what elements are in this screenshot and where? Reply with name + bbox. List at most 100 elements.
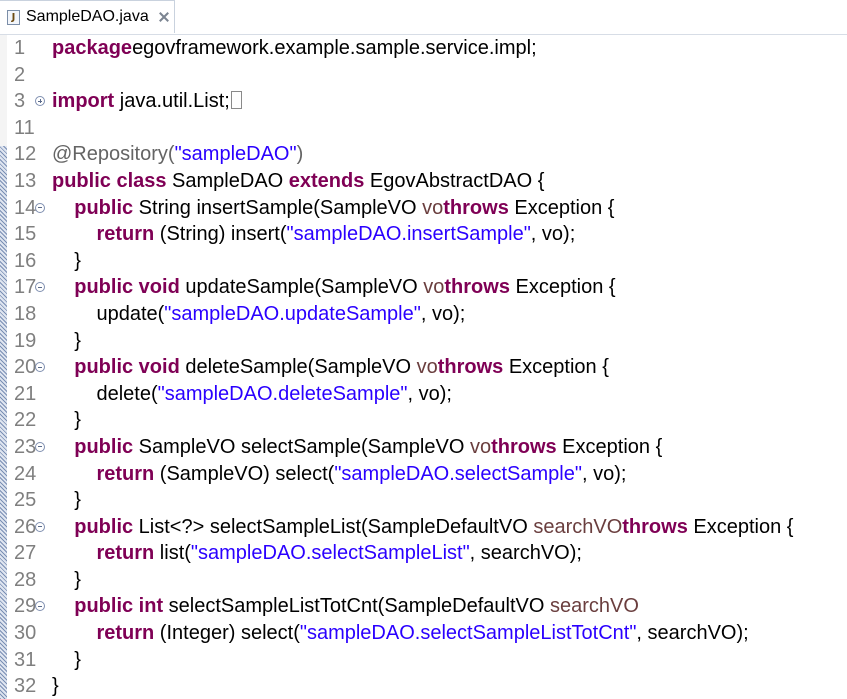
code-token: , vo);	[530, 223, 576, 246]
line-number: 32	[14, 675, 37, 698]
code-line[interactable]: 17 public void updateSample(SampleVO vot…	[0, 274, 847, 301]
code-text: }	[52, 407, 81, 434]
code-line[interactable]: 26 public List<?> selectSampleList(Sampl…	[0, 514, 847, 541]
annotation-token: )	[296, 143, 304, 166]
code-token: updateSample(SampleVO	[179, 276, 424, 299]
code-token: }	[52, 409, 81, 432]
code-token: }	[52, 489, 81, 512]
string-token: "sampleDAO.updateSample"	[164, 302, 421, 325]
collapse-fold-icon[interactable]	[35, 202, 45, 213]
string-token: "sampleDAO"	[174, 143, 297, 166]
line-number: 25	[14, 489, 37, 512]
code-text: public void deleteSample(SampleVO vothro…	[52, 354, 609, 381]
code-text: }	[52, 328, 81, 355]
code-token: String insertSample(SampleVO	[133, 196, 423, 219]
code-line[interactable]: 24 return (SampleVO) select("sampleDAO.s…	[0, 461, 847, 488]
string-token: "sampleDAO.selectSample"	[334, 462, 582, 485]
code-text: delete("sampleDAO.deleteSample", vo);	[52, 381, 452, 408]
collapsed-imports-marker[interactable]	[230, 91, 242, 110]
line-number: 19	[14, 329, 37, 352]
close-icon[interactable]	[158, 11, 170, 23]
code-line[interactable]: 16 }	[0, 248, 847, 275]
code-line[interactable]: 27 return list("sampleDAO.selectSampleLi…	[0, 540, 847, 567]
code-token: (Integer) select(	[154, 622, 300, 645]
keyword-token: throws	[437, 356, 504, 379]
code-line[interactable]: 2	[0, 62, 847, 89]
code-line[interactable]: 19 }	[0, 328, 847, 355]
line-number: 31	[14, 648, 37, 671]
code-token: }	[52, 249, 81, 272]
code-text: public void updateSample(SampleVO vothro…	[52, 274, 616, 301]
keyword-token: public class	[52, 169, 167, 192]
line-number: 13	[14, 169, 37, 192]
code-line[interactable]: 20 public void deleteSample(SampleVO vot…	[0, 354, 847, 381]
code-line[interactable]: 1 packageegovframework.example.sample.ser…	[0, 35, 847, 62]
tab-title: SampleDAO.java	[26, 8, 149, 25]
parameter-token: vo	[416, 356, 438, 379]
code-token: egovframework.example.sample.service.imp…	[132, 37, 537, 59]
code-token: }	[52, 329, 81, 352]
code-token: Exception {	[503, 356, 609, 379]
keyword-token: import	[52, 90, 115, 113]
code-line[interactable]: 22 }	[0, 407, 847, 434]
code-text: }	[52, 673, 59, 699]
collapse-fold-icon[interactable]	[35, 362, 45, 373]
keyword-token: throws	[622, 515, 688, 538]
code-line[interactable]: 29 public int selectSampleListTotCnt(Sam…	[0, 593, 847, 620]
code-token: Exception {	[509, 276, 616, 299]
string-token: "sampleDAO.selectSampleListTotCnt"	[299, 622, 637, 645]
line-number: 15	[14, 223, 37, 246]
code-text: packageegovframework.example.sample.serv…	[52, 35, 537, 62]
collapse-fold-icon[interactable]	[35, 521, 45, 532]
line-number: 18	[14, 302, 37, 325]
line-number: 16	[14, 249, 37, 272]
code-line[interactable]: 12 @Repository("sampleDAO")	[0, 141, 847, 168]
code-line[interactable]: 15 return (String) insert("sampleDAO.ins…	[0, 221, 847, 248]
code-line[interactable]: 28 }	[0, 567, 847, 594]
parameter-token: searchVO	[549, 595, 639, 618]
line-number: 21	[14, 382, 37, 405]
collapse-fold-icon[interactable]	[35, 601, 45, 612]
string-token: "sampleDAO.insertSample"	[286, 223, 531, 246]
code-token: java.util.List;	[114, 90, 230, 113]
code-text: @Repository("sampleDAO")	[52, 141, 303, 168]
code-lines: 1 packageegovframework.example.sample.ser…	[0, 35, 847, 699]
code-text: public String insertSample(SampleVO voth…	[52, 195, 614, 222]
code-line[interactable]: 25 }	[0, 487, 847, 514]
code-token: SampleDAO	[166, 169, 289, 192]
editor-tab-bar: J SampleDAO.java	[0, 0, 847, 35]
code-line[interactable]: 14 public String insertSample(SampleVO v…	[0, 195, 847, 222]
code-line[interactable]: 21 delete("sampleDAO.deleteSample", vo);	[0, 381, 847, 408]
code-line[interactable]: 3 import java.util.List;	[0, 88, 847, 115]
code-text: }	[52, 248, 81, 275]
tab-sampledao-java[interactable]: J SampleDAO.java	[0, 0, 175, 33]
code-text: import java.util.List;	[52, 88, 242, 115]
expand-fold-icon[interactable]	[35, 96, 45, 107]
code-line[interactable]: 30 return (Integer) select("sampleDAO.se…	[0, 620, 847, 647]
keyword-token: return	[96, 223, 155, 246]
code-token: , vo);	[407, 382, 452, 405]
code-line[interactable]: 11	[0, 115, 847, 142]
code-token: selectSampleListTotCnt(SampleDefaultVO	[163, 595, 550, 618]
collapse-fold-icon[interactable]	[35, 441, 45, 452]
collapse-fold-icon[interactable]	[35, 282, 45, 293]
code-text: }	[52, 647, 81, 674]
keyword-token: throws	[443, 196, 509, 219]
code-token: SampleVO selectSample(SampleVO	[133, 435, 470, 458]
code-line[interactable]: 13 public class SampleDAO extends EgovAbs…	[0, 168, 847, 195]
code-line[interactable]: 23 public SampleVO selectSample(SampleVO…	[0, 434, 847, 461]
code-text: return list("sampleDAO.selectSampleList"…	[52, 540, 581, 567]
keyword-token: public	[74, 435, 134, 458]
code-line[interactable]: 31 }	[0, 647, 847, 674]
code-line[interactable]: 32}	[0, 673, 847, 699]
code-text: }	[52, 567, 81, 594]
code-line[interactable]: 18 update("sampleDAO.updateSample", vo);	[0, 301, 847, 328]
code-token: , vo);	[581, 462, 627, 485]
parameter-token: searchVO	[533, 515, 623, 538]
code-text: return (Integer) select("sampleDAO.selec…	[52, 620, 748, 647]
code-editor[interactable]: 1 packageegovframework.example.sample.ser…	[0, 35, 847, 699]
